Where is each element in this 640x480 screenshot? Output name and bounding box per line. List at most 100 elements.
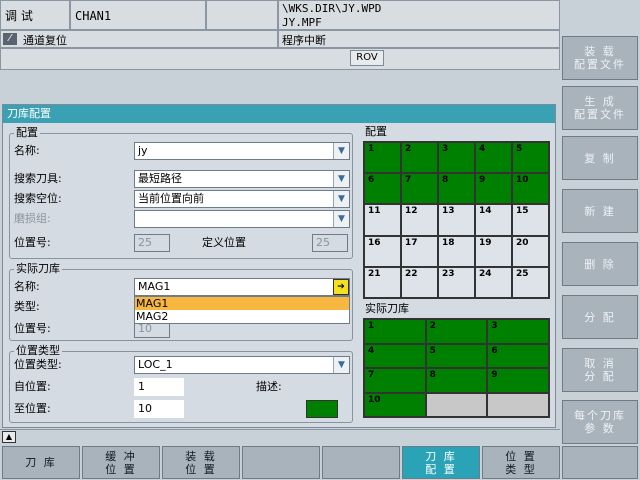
- mag-grid: 1 2 3 4 5 6 7 8 9 10: [363, 318, 550, 418]
- from-position-label: 自位置:: [14, 380, 51, 393]
- mode-label: 调 试: [5, 9, 33, 23]
- magazine-slot[interactable]: [425, 392, 488, 417]
- magazine-slot[interactable]: 16: [364, 235, 401, 267]
- goto-arrow-icon[interactable]: ➔: [333, 279, 349, 295]
- magazine-slot[interactable]: 6: [364, 173, 401, 205]
- sk-label: 缓 冲: [105, 449, 137, 463]
- loc-type-combo[interactable]: LOC_1 ▼: [134, 356, 350, 374]
- magazine-slot[interactable]: 20: [512, 235, 549, 267]
- magazine-slot[interactable]: 13: [438, 204, 475, 236]
- magazine-slot[interactable]: 4: [475, 142, 512, 174]
- magazine-slot[interactable]: 1: [364, 319, 426, 344]
- magazine-slot[interactable]: 15: [512, 204, 549, 236]
- softkey-magazine-config[interactable]: 刀 库配 置: [402, 446, 480, 479]
- magazine-slot[interactable]: 2: [425, 319, 488, 344]
- magazine-slot[interactable]: 18: [438, 235, 475, 267]
- softkey-load-position[interactable]: 装 载位 置: [162, 446, 240, 479]
- magazine-slot[interactable]: 23: [438, 266, 475, 298]
- magazine-slot[interactable]: 3: [487, 319, 549, 344]
- magazine-slot[interactable]: 5: [512, 142, 549, 174]
- wear-group-combo[interactable]: ▼: [134, 210, 350, 228]
- magazine-slot[interactable]: 19: [475, 235, 512, 267]
- mag-position-label: 位置号:: [14, 322, 51, 335]
- chevron-down-icon[interactable]: ▼: [333, 357, 349, 373]
- magazine-slot[interactable]: 9: [475, 173, 512, 205]
- message-area: [0, 48, 560, 70]
- sk-label: 刀 库: [25, 456, 57, 469]
- search-tool-label: 搜索刀具:: [14, 172, 62, 185]
- magazine-slot[interactable]: 8: [425, 368, 488, 393]
- softkey-buffer-position[interactable]: 缓 冲位 置: [82, 446, 160, 479]
- magazine-slot[interactable]: 12: [401, 204, 438, 236]
- search-empty-label: 搜索空位:: [14, 192, 62, 205]
- channel-label: CHAN1: [75, 9, 112, 23]
- magazine-slot[interactable]: 3: [438, 142, 475, 174]
- search-empty-value: 当前位置向前: [138, 192, 204, 205]
- magazine-slot[interactable]: 14: [475, 204, 512, 236]
- search-tool-combo[interactable]: 最短路径 ▼: [134, 170, 350, 188]
- magazine-slot[interactable]: 7: [364, 368, 426, 393]
- softkey-location-type[interactable]: 位 置类 型: [482, 446, 560, 479]
- location-type-group-label: 位置类型: [14, 344, 62, 358]
- dropdown-option-mag2[interactable]: MAG2: [135, 310, 349, 323]
- chevron-down-icon[interactable]: ▼: [333, 211, 349, 227]
- config-name-combo[interactable]: jy ▼: [134, 142, 350, 160]
- magazine-slot[interactable]: 10: [364, 392, 426, 417]
- sk-label: 分 配: [584, 310, 616, 324]
- magazine-slot[interactable]: 21: [364, 266, 401, 298]
- softkey-delete[interactable]: 删 除: [562, 242, 638, 286]
- program-state: 程序中断: [282, 34, 326, 47]
- softkey-assign[interactable]: 分 配: [562, 295, 638, 339]
- expand-up-icon[interactable]: ▲: [2, 431, 16, 443]
- magazine-slot[interactable]: 1: [364, 142, 401, 174]
- channel-cell: CHAN1: [70, 0, 206, 30]
- loc-type-value: LOC_1: [138, 358, 173, 371]
- softkey-unassign[interactable]: 取 消分 配: [562, 348, 638, 392]
- magazine-slot[interactable]: [487, 392, 549, 417]
- softkey-empty-8[interactable]: [562, 446, 638, 479]
- magazine-slot[interactable]: 2: [401, 142, 438, 174]
- dropdown-option-mag1[interactable]: MAG1: [135, 297, 349, 310]
- chevron-down-icon[interactable]: ▼: [333, 191, 349, 207]
- magazine-slot[interactable]: 11: [364, 204, 401, 236]
- loc-type-label: 位置类型:: [14, 358, 62, 371]
- magazine-slot[interactable]: 22: [401, 266, 438, 298]
- sk-label: 生 成: [584, 95, 616, 108]
- sk-label: 装 载: [185, 449, 217, 463]
- softkey-empty-4[interactable]: [242, 446, 320, 479]
- magazine-slot[interactable]: 5: [425, 343, 488, 368]
- softkey-new[interactable]: 新 建: [562, 189, 638, 233]
- mag-name-combo[interactable]: MAG1 ➔: [134, 278, 350, 296]
- magazine-slot[interactable]: 7: [401, 173, 438, 205]
- chevron-down-icon[interactable]: ▼: [333, 171, 349, 187]
- to-position-label: 至位置:: [14, 402, 51, 415]
- magazine-slot[interactable]: 9: [487, 368, 549, 393]
- sk-label: 刀 库: [425, 449, 457, 463]
- magazine-slot[interactable]: 8: [438, 173, 475, 205]
- program-state-cell: 程序中断: [278, 30, 560, 48]
- softkey-copy[interactable]: 复 制: [562, 136, 638, 180]
- mag-grid-title: 实际刀库: [365, 302, 409, 315]
- softkey-magazine-params[interactable]: 每个刀库参 数: [562, 400, 638, 444]
- mag-dropdown-list[interactable]: MAG1 MAG2: [134, 296, 350, 324]
- mag-name-label: 名称:: [14, 280, 40, 293]
- softkey-empty-5[interactable]: [322, 446, 400, 479]
- sk-label: 取 消: [584, 357, 616, 370]
- sk-label: 参 数: [584, 422, 616, 435]
- chevron-down-icon[interactable]: ▼: [333, 143, 349, 159]
- config-name-value: jy: [138, 144, 148, 157]
- search-empty-combo[interactable]: 当前位置向前 ▼: [134, 190, 350, 208]
- mode-cell: 调 试: [0, 0, 70, 30]
- magazine-slot[interactable]: 6: [487, 343, 549, 368]
- status-cell: ⁄ 通道复位: [0, 30, 278, 48]
- magazine-slot[interactable]: 4: [364, 343, 426, 368]
- magazine-slot[interactable]: 17: [401, 235, 438, 267]
- from-position-input[interactable]: 1: [134, 378, 184, 396]
- magazine-slot[interactable]: 24: [475, 266, 512, 298]
- softkey-magazine[interactable]: 刀 库: [2, 446, 80, 479]
- to-position-input[interactable]: 10: [134, 400, 184, 418]
- magazine-slot[interactable]: 10: [512, 173, 549, 205]
- softkey-load-config[interactable]: 装 载配置文件: [562, 36, 638, 80]
- softkey-generate-config[interactable]: 生 成配置文件: [562, 86, 638, 130]
- magazine-slot[interactable]: 25: [512, 266, 549, 298]
